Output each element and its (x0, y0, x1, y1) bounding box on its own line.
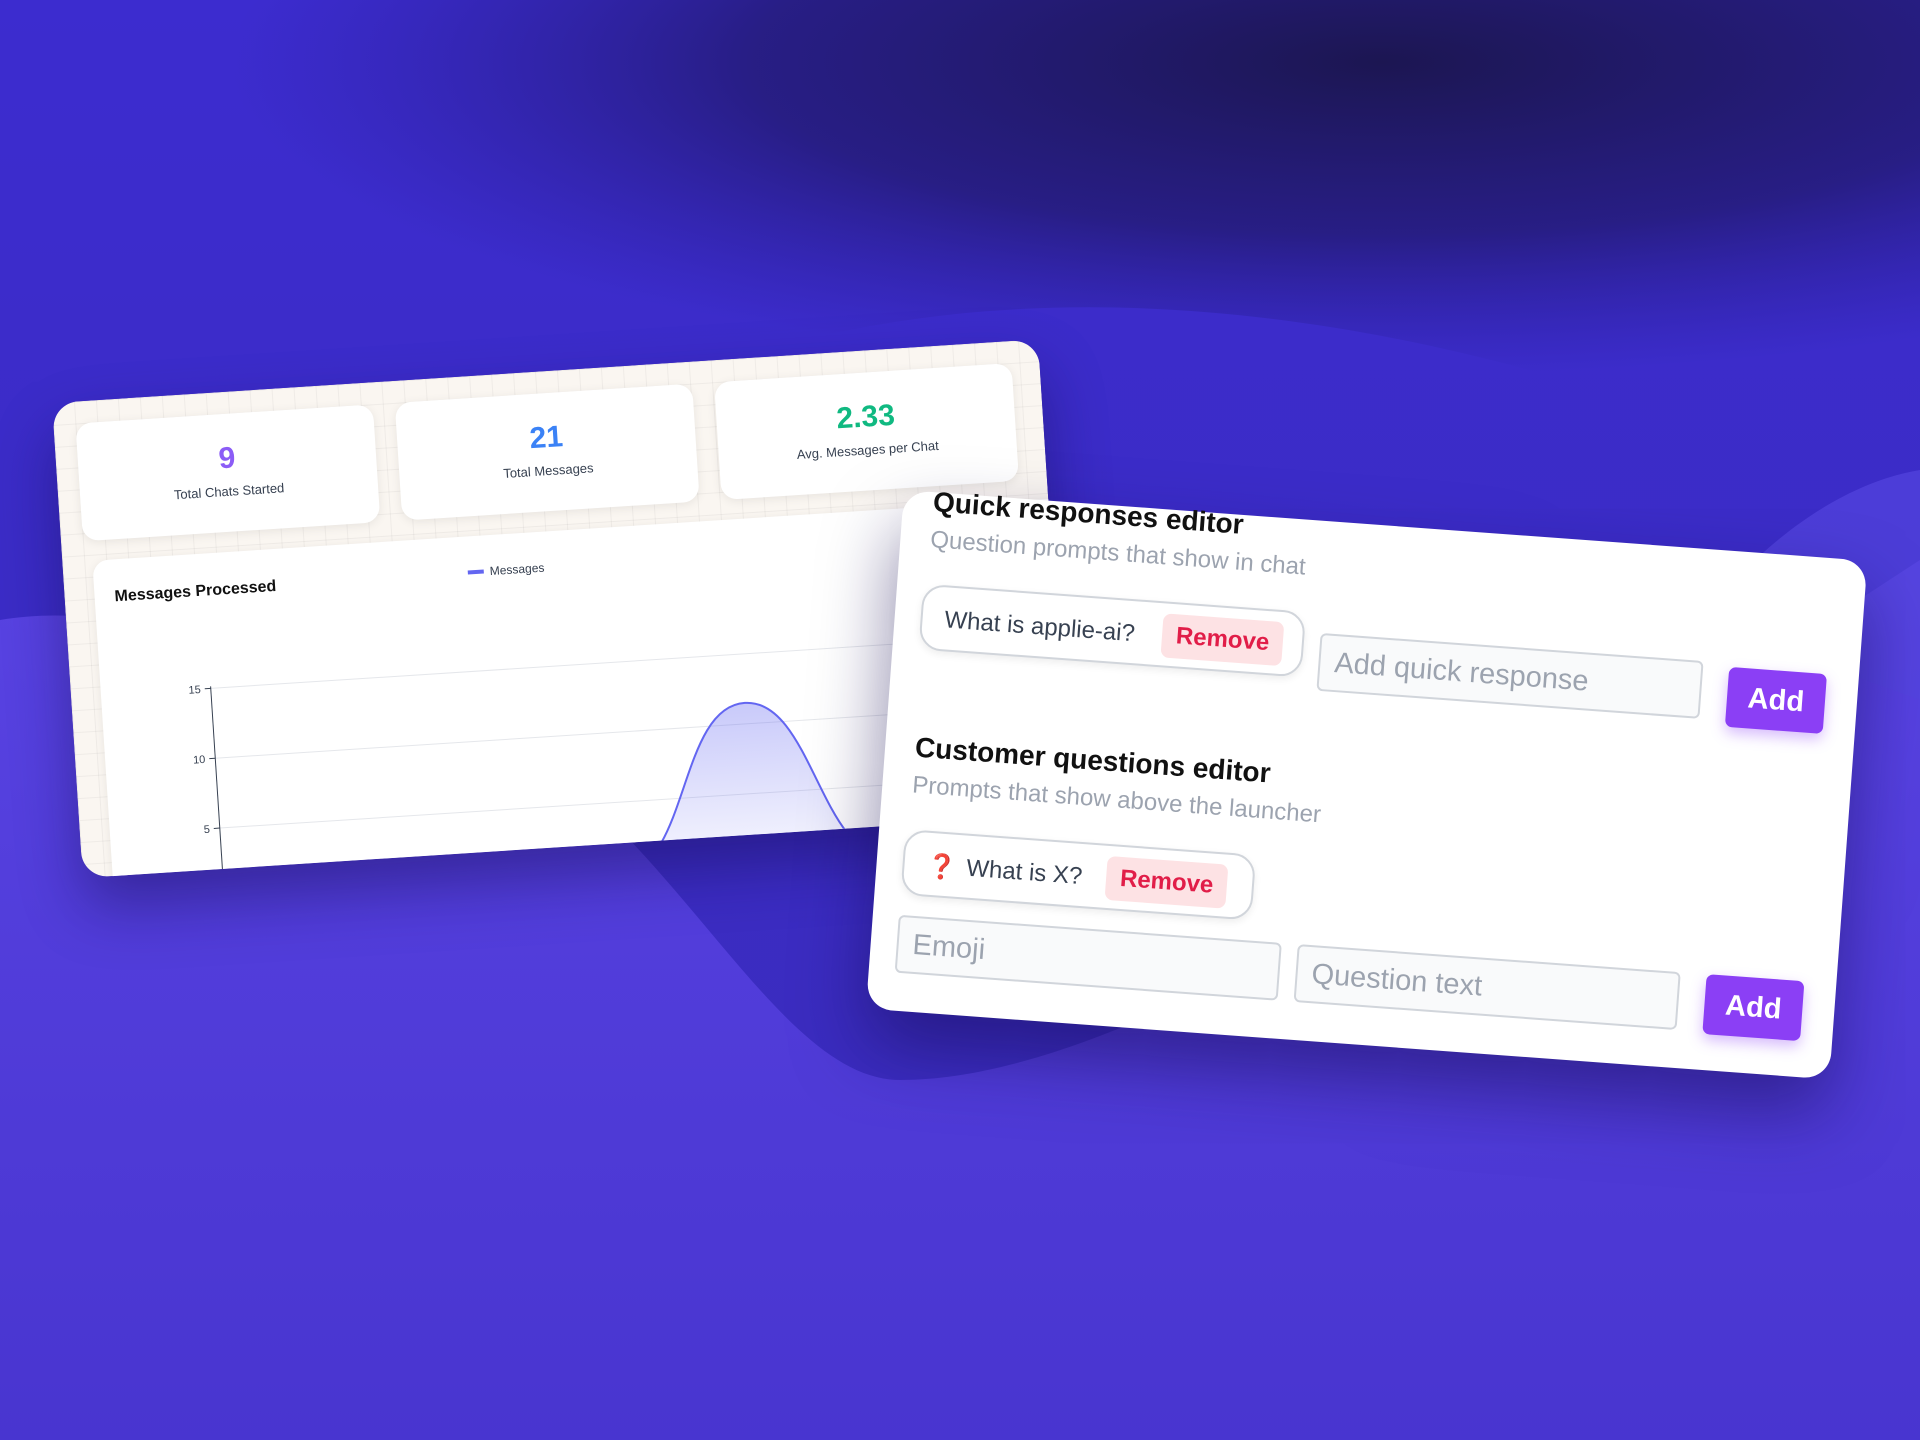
question-text-input[interactable] (1293, 944, 1681, 1031)
legend-label: Messages (489, 561, 544, 579)
add-customer-question-button[interactable]: Add (1702, 974, 1805, 1042)
stat-card-avg-messages: 2.33 Avg. Messages per Chat (714, 363, 1020, 500)
quick-responses-subtitle: Question prompts that show in chat (929, 526, 1307, 581)
emoji-input[interactable] (894, 914, 1282, 1001)
editor-panel: Quick responses editor Question prompts … (865, 486, 1868, 1080)
remove-button[interactable]: Remove (1104, 855, 1229, 909)
quick-response-input[interactable] (1316, 632, 1704, 719)
legend-swatch (467, 569, 484, 575)
y-tick-label: 5 (203, 824, 210, 836)
y-axis (210, 686, 225, 879)
stat-card-total-chats: 9 Total Chats Started (75, 404, 381, 542)
quick-response-chip: What is applie-ai? Remove (918, 583, 1307, 678)
stat-card-total-messages: 21 Total Messages (394, 383, 700, 521)
customer-question-chip: ❓ What is X? Remove (900, 828, 1257, 921)
quick-response-text: What is applie-ai? (943, 606, 1136, 648)
y-tick-label: 10 (193, 754, 206, 767)
question-mark-icon: ❓ (925, 852, 958, 882)
chart-title: Messages Processed (114, 578, 277, 605)
add-quick-response-button[interactable]: Add (1724, 666, 1827, 734)
customer-question-text: What is X? (965, 854, 1084, 891)
remove-button[interactable]: Remove (1160, 613, 1285, 667)
y-tick-label: 15 (188, 684, 201, 697)
